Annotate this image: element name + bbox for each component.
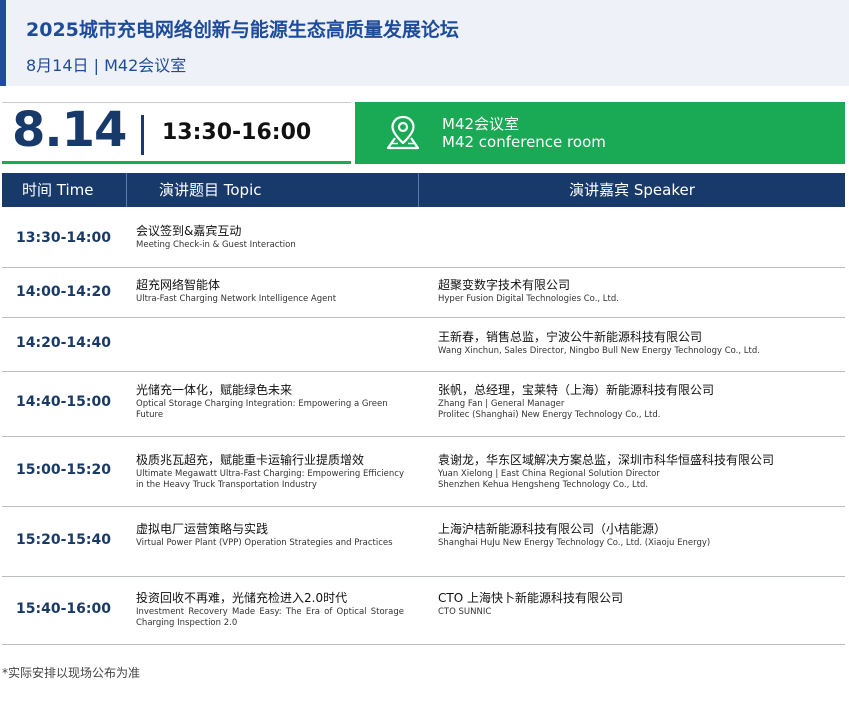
speaker-en: Wang Xinchun, Sales Director, Ningbo Bul…	[438, 346, 760, 356]
speaker-cn: CTO 上海快卜新能源科技有限公司	[438, 591, 623, 605]
topic-cn: 虚拟电厂运营策略与实践	[136, 522, 269, 536]
page-header: 2025城市充电网络创新与能源生态高质量发展论坛 8月14日 | M42会议室	[0, 0, 849, 86]
date-time-panel: 8.14 13:30-16:00	[2, 102, 351, 164]
speaker-en: CTO SUNNIC	[438, 607, 492, 617]
topic-cn: 极质兆瓦超充，赋能重卡运输行业提质增效	[136, 453, 365, 467]
column-header-time: 时间 Time	[22, 181, 94, 199]
row-time: 15:20-15:40	[16, 532, 111, 548]
topic-en: Meeting Check-in & Guest Interaction	[136, 240, 296, 250]
speaker-company-en: Prolitec (Shanghai) New Energy Technolog…	[438, 410, 661, 420]
row-speaker: 上海沪桔新能源科技有限公司（小桔能源） Shanghai HuJu New En…	[438, 521, 843, 549]
column-header-topic: 演讲题目 Topic	[159, 181, 262, 199]
speaker-en: Hyper Fusion Digital Technologies Co., L…	[438, 294, 619, 304]
row-time: 14:00-14:20	[16, 284, 111, 300]
row-topic: 会议签到&嘉宾互动 Meeting Check-in & Guest Inter…	[136, 223, 404, 251]
topic-cn: 光储充一体化，赋能绿色未来	[136, 383, 293, 397]
table-header: 时间 Time 演讲题目 Topic 演讲嘉宾 Speaker	[2, 173, 845, 207]
table-row: 15:00-15:20 极质兆瓦超充，赋能重卡运输行业提质增效 Ultimate…	[2, 437, 845, 507]
row-time: 13:30-14:00	[16, 230, 111, 246]
row-time: 14:20-14:40	[16, 335, 111, 351]
location-panel: M42会议室 M42 conference room	[355, 102, 845, 164]
row-topic: 虚拟电厂运营策略与实践 Virtual Power Plant (VPP) Op…	[136, 521, 404, 549]
column-divider	[126, 173, 127, 207]
speaker-en: Yuan Xielong | East China Regional Solut…	[438, 469, 660, 479]
speaker-en: Zhang Fan | General Manager	[438, 399, 565, 409]
table-row: 15:40-16:00 投资回收不再难，光储充检进入2.0时代 Investme…	[2, 577, 845, 645]
table-row: 14:40-15:00 光储充一体化，赋能绿色未来 Optical Storag…	[2, 372, 845, 437]
page-subtitle: 8月14日 | M42会议室	[26, 56, 187, 75]
row-time: 15:40-16:00	[16, 601, 111, 617]
speaker-cn: 张帆，总经理，宝莱特（上海）新能源科技有限公司	[438, 383, 715, 397]
speaker-company-en: Shenzhen Kehua Hengsheng Technology Co.,…	[438, 480, 649, 490]
table-row: 14:20-14:40 王新春，销售总监，宁波公牛新能源科技有限公司 Wang …	[2, 318, 845, 372]
speaker-cn: 超聚变数字技术有限公司	[438, 278, 571, 292]
row-speaker: 王新春，销售总监，宁波公牛新能源科技有限公司 Wang Xinchun, Sal…	[438, 329, 843, 357]
row-speaker: CTO 上海快卜新能源科技有限公司 CTO SUNNIC	[438, 590, 843, 618]
room-name-en: M42 conference room	[442, 133, 606, 151]
topic-en: Investment Recovery Made Easy: The Era o…	[136, 607, 404, 628]
topic-cn: 超充网络智能体	[136, 278, 221, 292]
row-topic: 极质兆瓦超充，赋能重卡运输行业提质增效 Ultimate Megawatt Ul…	[136, 452, 404, 491]
row-topic: 超充网络智能体 Ultra-Fast Charging Network Inte…	[136, 277, 404, 305]
topic-en: Optical Storage Charging Integration: Em…	[136, 399, 388, 420]
topic-en: Ultra-Fast Charging Network Intelligence…	[136, 294, 337, 304]
row-speaker: 超聚变数字技术有限公司 Hyper Fusion Digital Technol…	[438, 277, 843, 305]
row-topic: 投资回收不再难，光储充检进入2.0时代 Investment Recovery …	[136, 590, 404, 629]
speaker-cn: 上海沪桔新能源科技有限公司（小桔能源）	[438, 522, 667, 536]
table-row: 15:20-15:40 虚拟电厂运营策略与实践 Virtual Power Pl…	[2, 507, 845, 577]
table-row: 13:30-14:00 会议签到&嘉宾互动 Meeting Check-in &…	[2, 207, 845, 268]
row-time: 14:40-15:00	[16, 394, 111, 410]
session-time-range: 13:30-16:00	[162, 120, 312, 145]
topic-cn: 会议签到&嘉宾互动	[136, 224, 242, 238]
session-banner: 8.14 13:30-16:00 M42会议室 M42 conference r…	[2, 102, 845, 166]
page-title: 2025城市充电网络创新与能源生态高质量发展论坛	[26, 19, 459, 41]
session-date: 8.14	[12, 102, 127, 158]
column-header-speaker: 演讲嘉宾 Speaker	[569, 181, 695, 199]
row-time: 15:00-15:20	[16, 462, 111, 478]
footnote: *实际安排以现场公布为准	[2, 666, 141, 680]
topic-en: Ultimate Megawatt Ultra-Fast Charging: E…	[136, 469, 404, 490]
speaker-cn: 王新春，销售总监，宁波公牛新能源科技有限公司	[438, 330, 703, 344]
speaker-cn: 袁谢龙，华东区域解决方案总监，深圳市科华恒盛科技有限公司	[438, 453, 775, 467]
location-pin-map-icon	[386, 115, 420, 150]
agenda-table: 时间 Time 演讲题目 Topic 演讲嘉宾 Speaker 13:30-14…	[2, 173, 845, 645]
row-topic: 光储充一体化，赋能绿色未来 Optical Storage Charging I…	[136, 382, 404, 421]
table-row: 14:00-14:20 超充网络智能体 Ultra-Fast Charging …	[2, 268, 845, 318]
topic-cn: 投资回收不再难，光储充检进入2.0时代	[136, 591, 348, 605]
room-name-cn: M42会议室	[442, 115, 520, 133]
topic-en: Virtual Power Plant (VPP) Operation Stra…	[136, 538, 393, 548]
speaker-en: Shanghai HuJu New Energy Technology Co.,…	[438, 538, 711, 548]
row-speaker: 张帆，总经理，宝莱特（上海）新能源科技有限公司 Zhang Fan | Gene…	[438, 382, 843, 421]
row-speaker: 袁谢龙，华东区域解决方案总监，深圳市科华恒盛科技有限公司 Yuan Xielon…	[438, 452, 843, 491]
divider	[141, 115, 144, 155]
